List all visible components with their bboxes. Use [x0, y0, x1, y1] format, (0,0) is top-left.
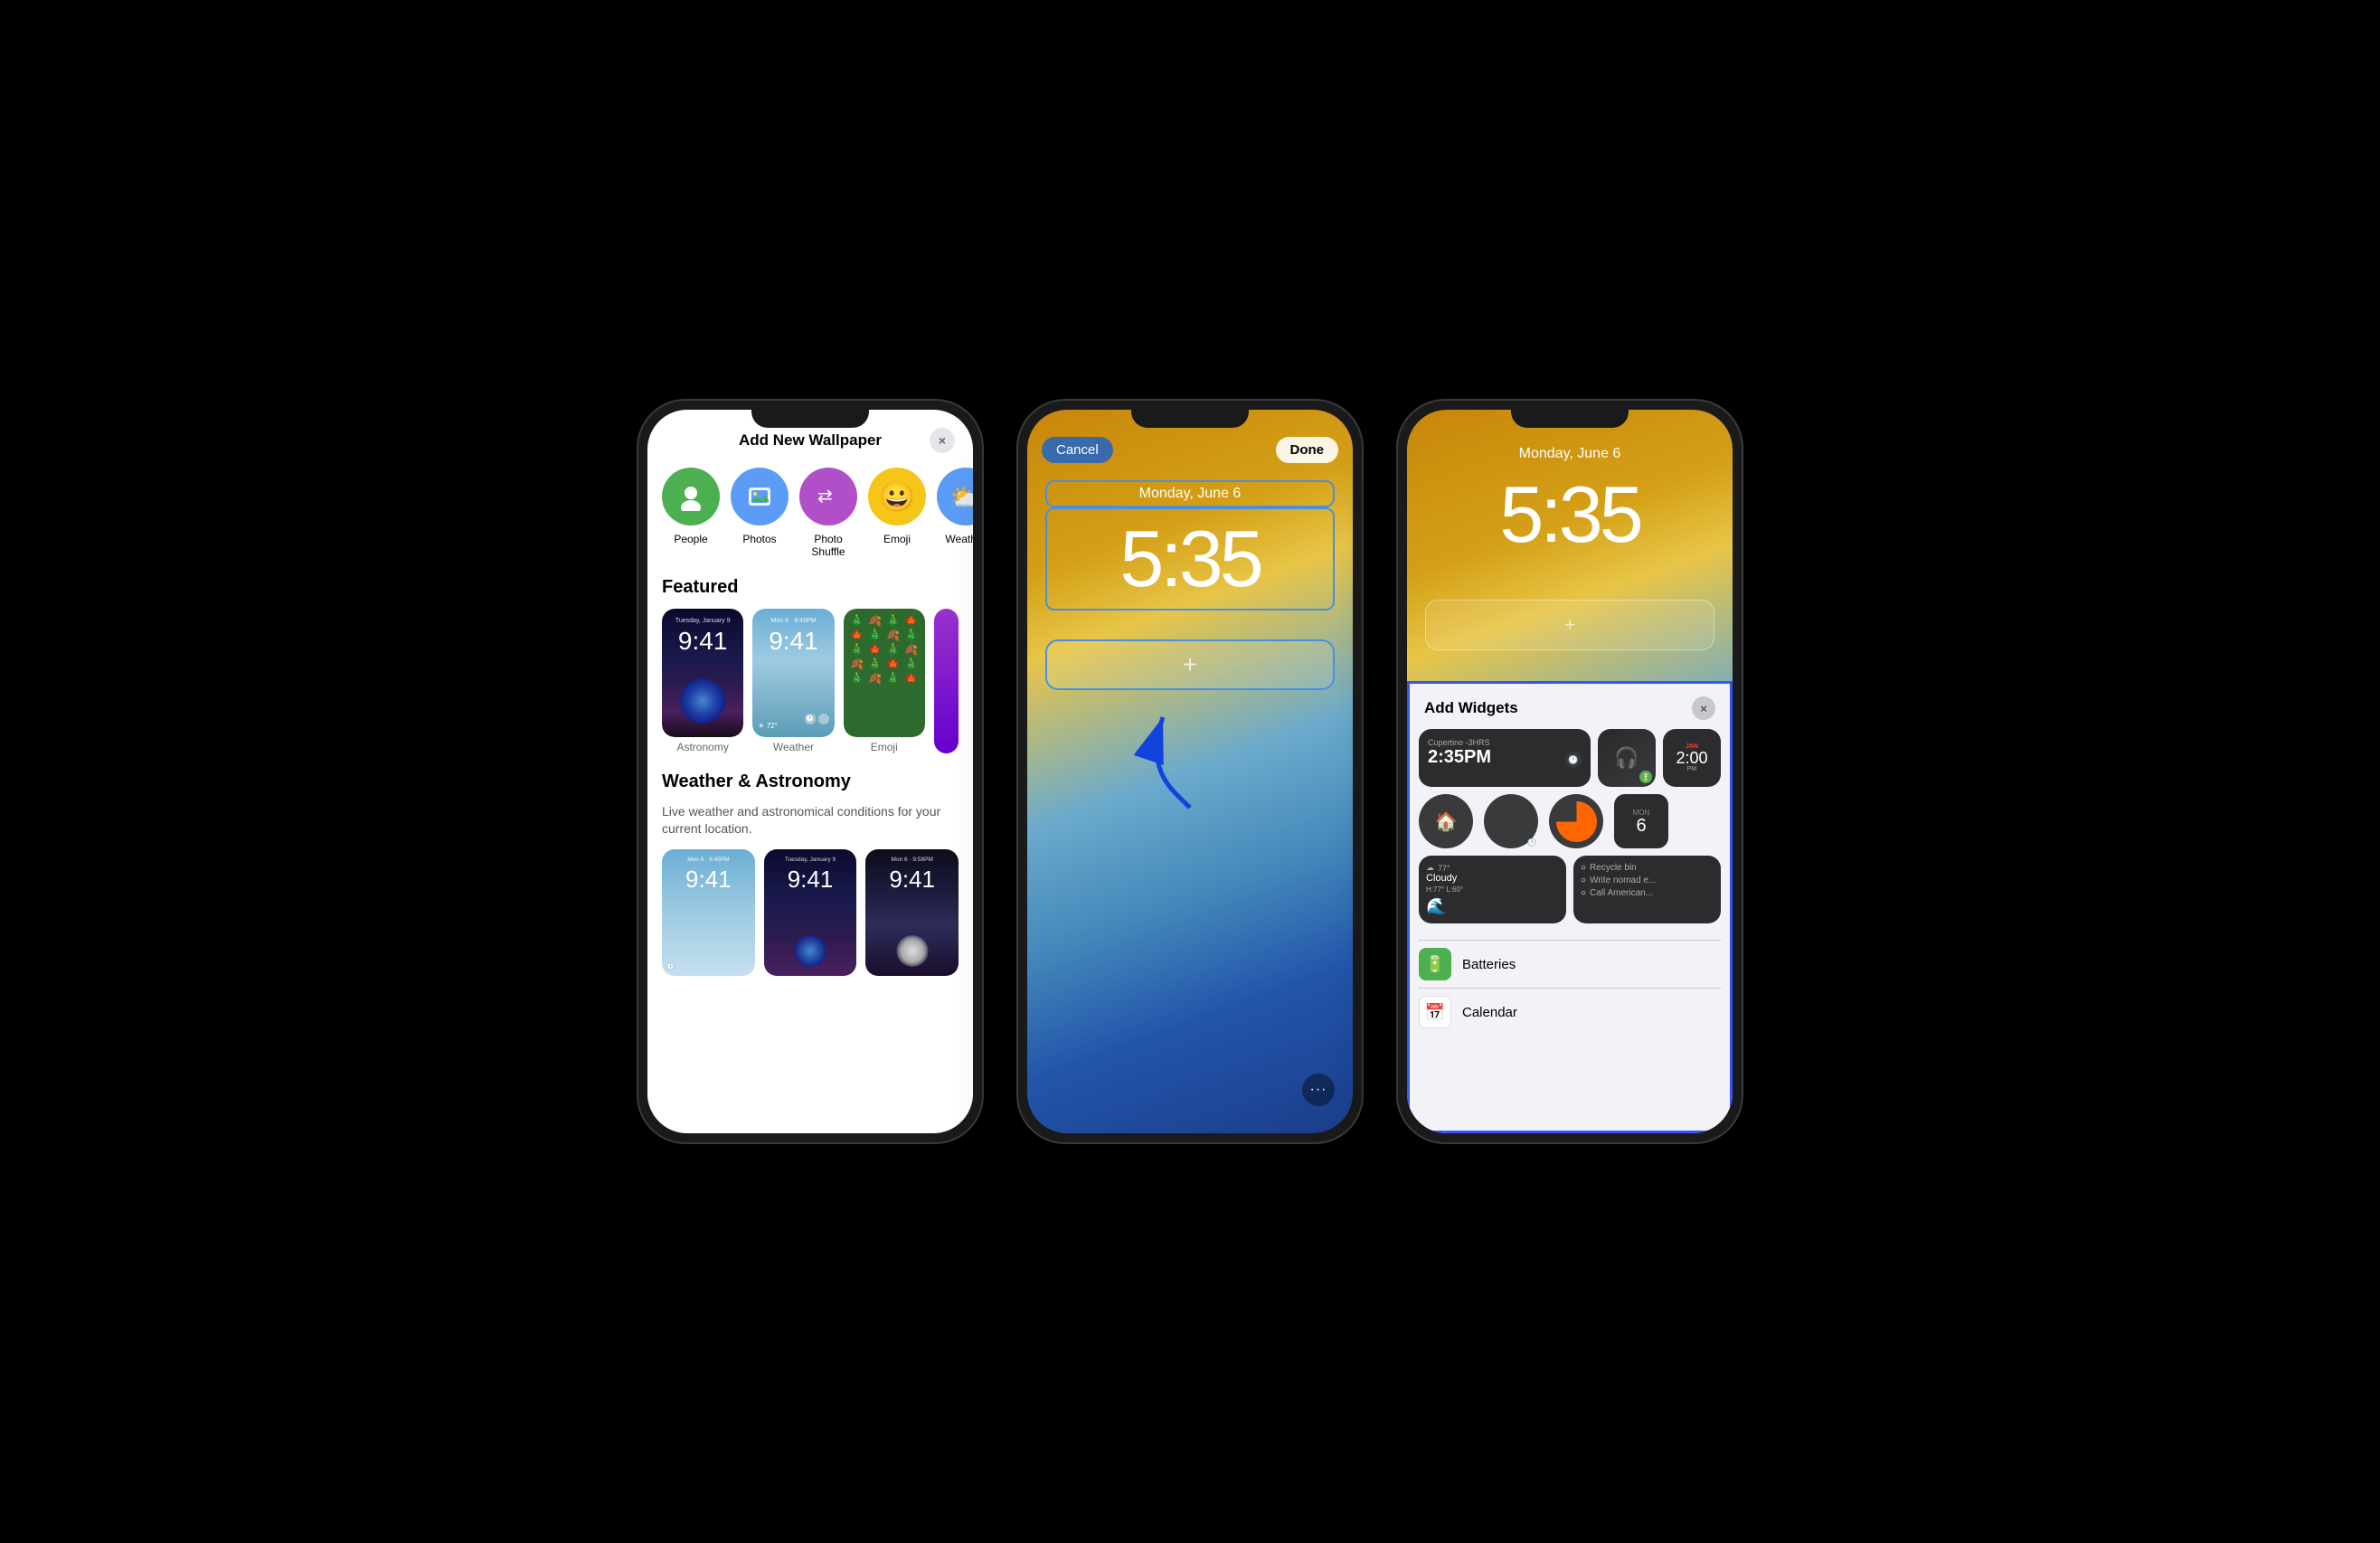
calendar-app-icon: 📅: [1419, 996, 1451, 1028]
widgets-row-2: 🏠 🕐 MON 6: [1410, 794, 1730, 856]
weather-condition: Cloudy: [1426, 873, 1559, 884]
featured-extra: [934, 609, 959, 753]
featured-emoji-label: Emoji: [871, 741, 898, 753]
battery-icon: 🔋: [1639, 771, 1652, 783]
widget-calendar-sm[interactable]: JAN 2:00 PM: [1663, 729, 1721, 787]
apps-section: 🔋 Batteries 📅 Calendar: [1410, 931, 1730, 1036]
weather-astronomy-title: Weather & Astronomy: [662, 772, 959, 792]
scene: Add New Wallpaper × People: [602, 364, 1778, 1179]
widget-circle-1[interactable]: 🏠: [1419, 794, 1473, 848]
widget-clock-weather[interactable]: Cupertino -3HRS 2:35PM 🕐: [1419, 729, 1591, 787]
reminder-item-1: ○ Recycle bin: [1581, 863, 1714, 873]
panel-title: Add Widgets: [1424, 699, 1518, 717]
featured-astronomy[interactable]: Tuesday, January 9 9:41 Astronomy: [662, 609, 743, 753]
type-photo-shuffle-label: PhotoShuffle: [811, 533, 845, 559]
featured-title: Featured: [662, 577, 959, 598]
phone3-widget-area[interactable]: +: [1425, 600, 1714, 650]
done-button[interactable]: Done: [1276, 437, 1339, 463]
weather-astronomy-subtitle: Live weather and astronomical conditions…: [662, 803, 959, 838]
type-people[interactable]: People: [662, 468, 720, 559]
phone3-date: Monday, June 6: [1407, 446, 1733, 462]
phone3-add-widget-icon: +: [1564, 613, 1576, 637]
widget-circle-2[interactable]: 🕐: [1484, 794, 1538, 848]
calendar-period: PM: [1687, 766, 1697, 772]
panel-close-button[interactable]: ×: [1692, 696, 1715, 720]
widget-location: Cupertino -3HRS: [1428, 738, 1582, 747]
batteries-app-label: Batteries: [1462, 957, 1516, 972]
phone3-time: 5:35: [1407, 469, 1733, 561]
phone2-date-text: Monday, June 6: [1139, 486, 1242, 501]
add-widgets-panel: Add Widgets × Cupertino -3HRS 2:35PM 🕐: [1407, 681, 1733, 1133]
modal-close-button[interactable]: ×: [930, 428, 955, 453]
phone2-widget-area[interactable]: +: [1045, 639, 1335, 690]
type-weather-icon: ⛅: [937, 468, 973, 525]
calendar-time: 2:00: [1676, 750, 1707, 766]
phone2-screen: Cancel Done Monday, June 6 5:35 +: [1027, 410, 1353, 1133]
cancel-button[interactable]: Cancel: [1042, 437, 1113, 463]
astronomy-thumb-2[interactable]: Mon 6 · 9:58PM 9:41: [865, 849, 959, 976]
featured-weather-label: Weather: [773, 741, 814, 753]
type-photos-icon: [731, 468, 789, 525]
type-emoji[interactable]: 😀 Emoji: [868, 468, 926, 559]
app-row-calendar[interactable]: 📅 Calendar: [1419, 988, 1721, 1036]
type-emoji-label: Emoji: [883, 533, 911, 545]
widget-airpods[interactable]: 🎧 🔋: [1598, 729, 1656, 787]
type-photos-label: Photos: [742, 533, 776, 545]
widget-circle-3[interactable]: [1549, 794, 1603, 848]
airpods-icon: 🎧: [1614, 746, 1639, 770]
widgets-row-1: Cupertino -3HRS 2:35PM 🕐 🎧 🔋: [1410, 729, 1730, 794]
type-emoji-icon: 😀: [868, 468, 926, 525]
featured-grid: Tuesday, January 9 9:41 Astronomy: [662, 609, 959, 753]
weather-thumbs-grid: Mon 6 · 9:45PM 9:41 🕐 Tuesday, January 9…: [662, 849, 959, 976]
phone-3: Monday, June 6 5:35 + Add Widgets ×: [1398, 401, 1742, 1142]
clock-small-icon: 🕐: [1527, 838, 1536, 847]
featured-astronomy-label: Astronomy: [676, 741, 728, 753]
widget-clock-time: 2:35PM: [1428, 747, 1582, 768]
type-people-label: People: [674, 533, 707, 545]
batteries-app-icon: 🔋: [1419, 948, 1451, 980]
widget-reminders[interactable]: ○ Recycle bin ○ Write nomad e... ○ Call …: [1573, 856, 1721, 923]
widget-circle-4[interactable]: MON 6: [1614, 794, 1668, 848]
weather-emoji: 🌊: [1426, 897, 1559, 916]
type-weather[interactable]: ⛅ Weather: [937, 468, 973, 559]
svg-text:⇄: ⇄: [817, 487, 833, 506]
reminder-item-3: ○ Call American...: [1581, 888, 1714, 898]
phone-2: Cancel Done Monday, June 6 5:35 +: [1018, 401, 1362, 1142]
phone2-time[interactable]: 5:35: [1045, 507, 1335, 611]
notch-3: [1511, 401, 1629, 428]
add-widget-icon: +: [1183, 650, 1197, 679]
notch-2: [1131, 401, 1249, 428]
featured-emoji[interactable]: 🎄🍂🎄🍁 🍁🎄🍂🎄 🎄🍁🎄🍂 🍂🎄🍁🎄 🎄🍂🎄🍁: [844, 609, 925, 753]
astronomy-thumb-1[interactable]: Tuesday, January 9 9:41: [764, 849, 857, 976]
phone2-top-bar: Cancel Done: [1027, 437, 1353, 463]
type-weather-label: Weather: [945, 533, 973, 545]
phone2-date-bar[interactable]: Monday, June 6: [1045, 480, 1335, 507]
app-row-batteries[interactable]: 🔋 Batteries: [1419, 940, 1721, 988]
notch-1: [751, 401, 869, 428]
phone-1: Add New Wallpaper × People: [638, 401, 982, 1142]
widget-weather[interactable]: ☁ 77° Cloudy H:77° L:60° 🌊: [1419, 856, 1566, 923]
calendar-day-num: 6: [1636, 817, 1646, 835]
weather-thumb-1[interactable]: Mon 6 · 9:45PM 9:41 🕐: [662, 849, 755, 976]
arrow-annotation: [1118, 699, 1226, 830]
type-people-icon: [662, 468, 720, 525]
type-photos[interactable]: Photos: [731, 468, 789, 559]
more-options-button[interactable]: ···: [1302, 1074, 1335, 1106]
clock-icon: 🕐: [1565, 752, 1582, 768]
featured-weather[interactable]: Mon 6 · 9:45PM 9:41 ☀ 72° 🕐: [752, 609, 834, 753]
phone3-screen: Monday, June 6 5:35 + Add Widgets ×: [1407, 410, 1733, 1133]
weather-temp: 77°: [1438, 864, 1450, 873]
weather-icon-row: ☁ 77°: [1426, 863, 1559, 873]
wallpaper-modal: Add New Wallpaper × People: [647, 410, 973, 1133]
calendar-app-label: Calendar: [1462, 1005, 1517, 1020]
reminder-item-2: ○ Write nomad e...: [1581, 876, 1714, 885]
phone1-screen: Add New Wallpaper × People: [647, 410, 973, 1133]
type-photo-shuffle-icon: ⇄: [799, 468, 857, 525]
type-photo-shuffle[interactable]: ⇄ PhotoShuffle: [799, 468, 857, 559]
weather-range: H:77° L:60°: [1426, 885, 1559, 894]
widgets-row-3: ☁ 77° Cloudy H:77° L:60° 🌊 ○ Recycle bin: [1410, 856, 1730, 931]
wallpaper-types-row: People Photos ⇄: [647, 468, 973, 577]
panel-header: Add Widgets ×: [1410, 684, 1730, 729]
modal-title: Add New Wallpaper: [739, 431, 882, 450]
